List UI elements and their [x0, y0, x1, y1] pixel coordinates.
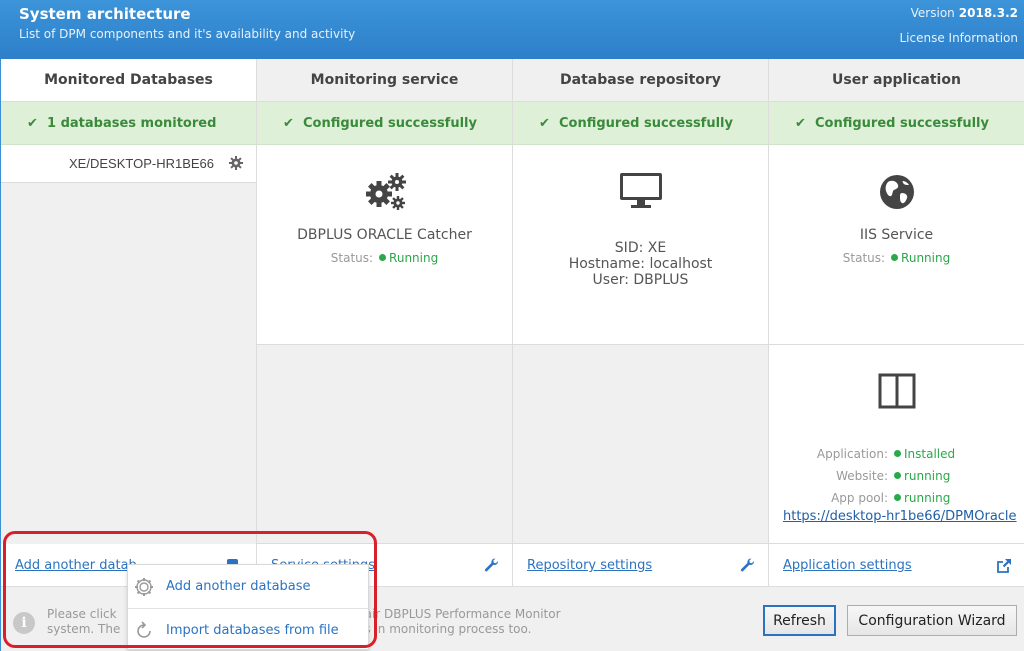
gear-icon[interactable]: [228, 155, 244, 171]
monitoring-service-column: Monitoring service ✔ Configured successfu…: [257, 59, 513, 587]
check-icon: ✔: [283, 116, 294, 131]
check-icon: ✔: [795, 116, 806, 131]
refresh-icon: [137, 621, 151, 638]
status-text: Configured successfully: [303, 116, 477, 131]
wrench-icon[interactable]: [484, 558, 500, 574]
gears-icon: [365, 173, 406, 210]
status-dot: [894, 450, 901, 457]
version-label: Version: [910, 6, 955, 20]
repository-sid: SID: XE: [614, 240, 667, 256]
menu-item-label: Import databases from file: [166, 623, 339, 638]
header: System architecture List of DPM componen…: [0, 0, 1024, 59]
application-status-row: Application: Installed: [769, 443, 1024, 465]
page-title: System architecture: [19, 5, 191, 23]
status-label: App pool:: [831, 491, 888, 505]
status-value: running: [904, 491, 951, 505]
status-bar: ✔ Configured successfully: [513, 102, 768, 145]
application-settings-link[interactable]: Application settings: [783, 558, 912, 573]
info-line: Please click: [47, 607, 117, 621]
info-text-right: pair DBPLUS Performance Monitor es in mo…: [357, 607, 561, 637]
column-heading: Database repository: [513, 59, 768, 102]
repository-details: SID: XE Hostname: localhost User: DBPLUS: [513, 240, 768, 288]
status-text: Configured successfully: [559, 116, 733, 131]
application-url-link[interactable]: https://desktop-hr1be66/DPMOracle: [783, 509, 1017, 524]
gear-icon: [135, 578, 153, 596]
license-information-link[interactable]: License Information: [899, 31, 1018, 45]
repository-user: User: DBPLUS: [592, 272, 689, 288]
status-label: Application:: [816, 447, 888, 461]
status-value: running: [904, 469, 951, 483]
version-info: Version 2018.3.2: [911, 6, 1018, 20]
info-line: pair DBPLUS Performance Monitor: [357, 607, 561, 621]
application-settings-footer: Application settings: [769, 544, 1024, 587]
check-icon: ✔: [27, 116, 38, 131]
repository-settings-footer: Repository settings: [513, 544, 768, 587]
add-another-database-link[interactable]: Add another datab: [15, 558, 137, 573]
monitored-databases-column: Monitored Databases ✔ 1 databases monitor…: [0, 59, 257, 587]
column-heading: Monitoring service: [257, 59, 512, 102]
monitoring-empty-panel: [257, 345, 512, 544]
website-status-row: Website: running: [769, 465, 1024, 487]
databases-empty-area: [1, 183, 256, 544]
status-dot: [894, 472, 901, 479]
repository-settings-link[interactable]: Repository settings: [527, 558, 652, 573]
info-text-left: Please click system. The: [47, 607, 120, 637]
user-application-column: User application ✔ Configured successfull…: [769, 59, 1024, 587]
status-text: 1 databases monitored: [47, 116, 217, 131]
status-bar: ✔ 1 databases monitored: [1, 102, 256, 145]
status-value: Installed: [904, 447, 956, 461]
service-status: Status: Running: [257, 251, 512, 265]
column-heading: User application: [769, 59, 1024, 102]
repository-panel: SID: XE Hostname: localhost User: DBPLUS: [513, 145, 768, 345]
status-value: Running: [901, 251, 951, 265]
column-heading: Monitored Databases: [1, 59, 256, 102]
add-database-dropdown-menu: Add another database Import databases fr…: [127, 564, 369, 650]
monitor-icon: [619, 173, 662, 208]
check-icon: ✔: [539, 116, 550, 131]
wrench-icon[interactable]: [740, 558, 756, 574]
monitoring-service-panel: DBPLUS ORACLE Catcher Status: Running: [257, 145, 512, 345]
version-value: 2018.3.2: [958, 6, 1018, 20]
info-line: es in monitoring process too.: [357, 622, 532, 636]
menu-item-import-databases[interactable]: Import databases from file: [128, 609, 368, 651]
info-line: system. The: [47, 622, 121, 636]
iis-service-panel: IIS Service Status: Running: [769, 145, 1024, 345]
page-subtitle: List of DPM components and it's availabi…: [19, 27, 356, 41]
status-bar: ✔ Configured successfully: [769, 102, 1024, 145]
database-item[interactable]: XE/DESKTOP-HR1BE66: [1, 145, 256, 183]
repository-empty-panel: [513, 345, 768, 544]
application-status-list: Application: Installed Website: running Ap…: [769, 443, 1024, 509]
configuration-wizard-button[interactable]: Configuration Wizard: [847, 605, 1017, 636]
status-bar: ✔ Configured successfully: [257, 102, 512, 145]
status-dot: [894, 494, 901, 501]
menu-item-add-another-database[interactable]: Add another database: [128, 565, 368, 608]
status-dot: [891, 254, 899, 261]
service-name: DBPLUS ORACLE Catcher: [297, 227, 472, 243]
globe-icon: [879, 175, 914, 209]
apppool-status-row: App pool: running: [769, 487, 1024, 509]
status-dot: [379, 254, 387, 261]
info-icon: i: [13, 612, 35, 634]
status-label: Website:: [836, 469, 888, 483]
layout-columns-icon: [878, 373, 915, 409]
repository-hostname: Hostname: localhost: [568, 256, 713, 272]
status-label: Status:: [842, 251, 886, 265]
service-name: IIS Service: [859, 227, 934, 243]
menu-item-label: Add another database: [166, 579, 311, 594]
application-panel: Application: Installed Website: running Ap…: [769, 345, 1024, 544]
external-link-icon[interactable]: [996, 558, 1012, 574]
status-label: Status:: [330, 251, 374, 265]
database-name: XE/DESKTOP-HR1BE66: [69, 156, 214, 171]
database-repository-column: Database repository ✔ Configured successf…: [513, 59, 769, 587]
status-value: Running: [389, 251, 439, 265]
service-status: Status: Running: [769, 251, 1024, 265]
status-text: Configured successfully: [815, 116, 989, 131]
refresh-button[interactable]: Refresh: [763, 605, 836, 636]
